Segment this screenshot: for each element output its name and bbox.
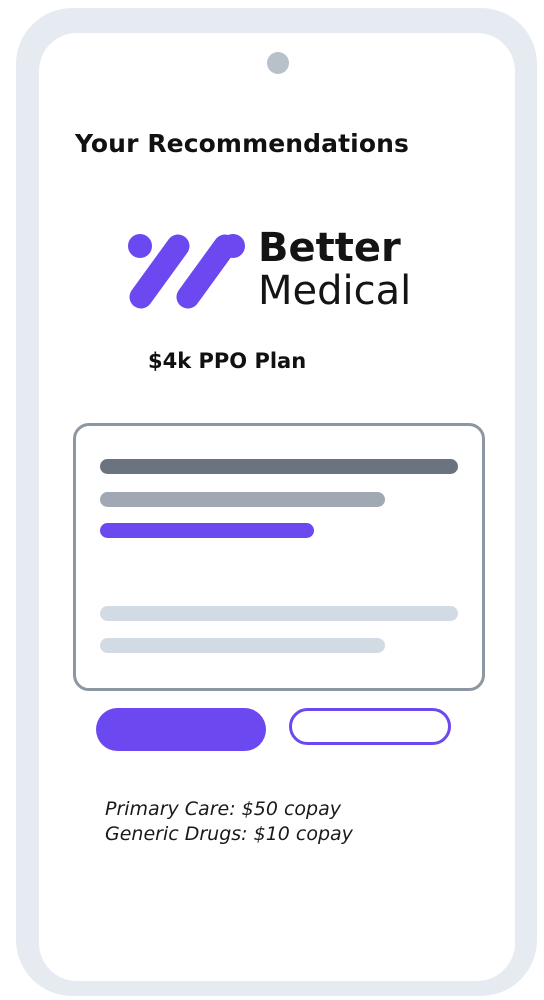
plan-details: Primary Care: $50 copay Generic Drugs: $… [105, 797, 353, 847]
page-title: Your Recommendations [75, 129, 410, 158]
generic-drugs-copay: Generic Drugs: $10 copay [105, 823, 353, 845]
placeholder-line-light [100, 606, 458, 621]
brand-name-line-1: Better [258, 225, 401, 271]
phone-screen: Your Recommendations Better Medical $4k … [39, 33, 515, 981]
brand-name-line-2: Medical [258, 268, 412, 314]
phone-frame: Your Recommendations Better Medical $4k … [16, 8, 537, 996]
camera-dot [267, 52, 289, 74]
primary-action-button[interactable] [96, 708, 266, 751]
placeholder-line-light-short [100, 638, 385, 653]
plan-name: $4k PPO Plan [148, 349, 307, 373]
secondary-action-button[interactable] [289, 708, 451, 745]
placeholder-line-dark [100, 459, 458, 474]
placeholder-line-accent [100, 523, 314, 538]
plan-summary-card [73, 423, 485, 691]
primary-care-copay: Primary Care: $50 copay [105, 798, 341, 820]
placeholder-line-medium [100, 492, 385, 507]
better-medical-logo-icon [128, 234, 245, 309]
brand-logo: Better Medical [127, 225, 437, 320]
